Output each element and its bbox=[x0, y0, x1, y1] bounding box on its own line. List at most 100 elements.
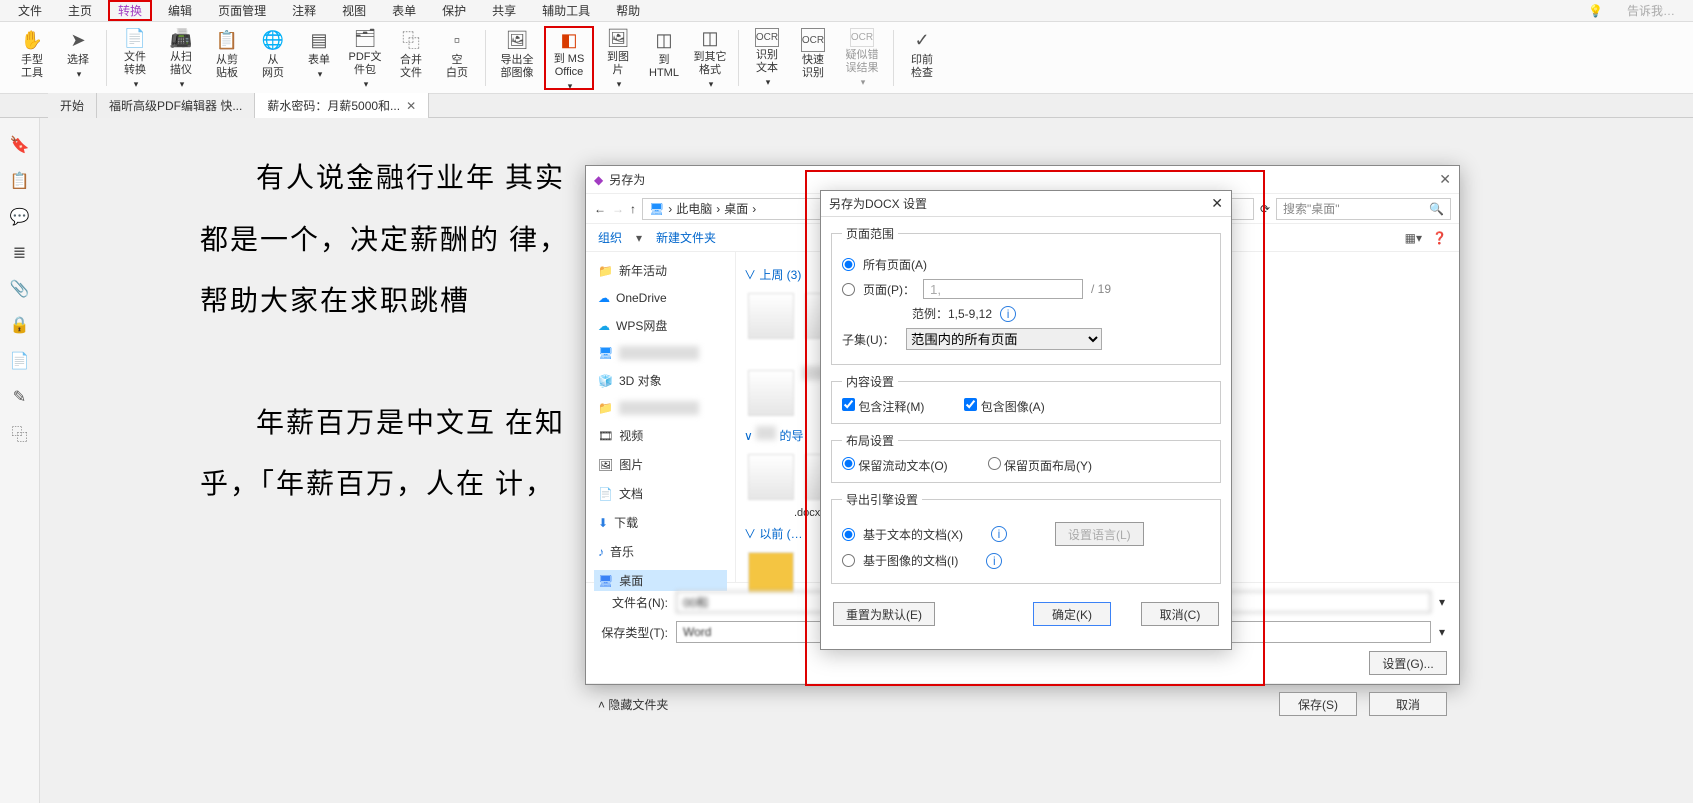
preflight-button[interactable]: ✓印前 检查 bbox=[900, 26, 944, 90]
file-thumbnail[interactable] bbox=[748, 370, 794, 416]
to-image-button[interactable]: 🖼到图 片▾ bbox=[596, 26, 640, 90]
include-images-checkbox[interactable]: 包含图像(A) bbox=[964, 398, 1044, 415]
comment-icon[interactable]: 💬 bbox=[11, 208, 29, 226]
app-icon: ◆ bbox=[594, 173, 603, 187]
clipboard-icon[interactable]: 📋 bbox=[11, 172, 29, 190]
nav-up-button[interactable]: ↑ bbox=[630, 202, 636, 216]
info-icon[interactable]: i bbox=[1000, 306, 1016, 322]
menu-annotate[interactable]: 注释 bbox=[282, 0, 326, 21]
tree-item[interactable]: 📁新年活动 bbox=[594, 260, 727, 281]
file-thumbnail[interactable] bbox=[748, 293, 794, 339]
search-input[interactable]: 搜索"桌面" 🔍 bbox=[1276, 198, 1451, 220]
layers-icon[interactable]: ≣ bbox=[11, 244, 29, 262]
file-convert-button[interactable]: 📄文件 转换▾ bbox=[113, 26, 157, 90]
from-clipboard-button[interactable]: 📋从剪 贴板 bbox=[205, 26, 249, 90]
filetype-label: 保存类型(T): bbox=[598, 624, 668, 641]
tree-item-documents[interactable]: 📄文档 bbox=[594, 483, 727, 504]
cancel-button[interactable]: 取消(C) bbox=[1141, 602, 1219, 626]
new-folder-button[interactable]: 新建文件夹 bbox=[656, 229, 716, 246]
tree-item-video[interactable]: 🎞视频 bbox=[594, 425, 727, 446]
menu-convert[interactable]: 转换 bbox=[108, 0, 152, 21]
download-icon: ⬇ bbox=[598, 516, 608, 530]
hand-tool-button[interactable]: ✋手型 工具 bbox=[10, 26, 54, 90]
menu-view[interactable]: 视图 bbox=[332, 0, 376, 21]
close-icon[interactable]: ✕ bbox=[1439, 171, 1451, 188]
tab-foxit-guide[interactable]: 福昕高级PDF编辑器 快... bbox=[97, 93, 255, 118]
export-all-images-button[interactable]: 🖼导出全 部图像 bbox=[492, 26, 542, 90]
pen-icon[interactable]: ✎ bbox=[11, 388, 29, 406]
quick-ocr-button[interactable]: OCR快速 识别 bbox=[791, 26, 835, 90]
cancel-button[interactable]: 取消 bbox=[1369, 692, 1447, 716]
nav-back-button[interactable]: ← bbox=[594, 202, 606, 216]
tab-start[interactable]: 开始 bbox=[48, 93, 97, 118]
to-other-button[interactable]: ◫到其它 格式▾ bbox=[688, 26, 732, 90]
include-comments-checkbox[interactable]: 包含注释(M) bbox=[842, 398, 924, 415]
tell-me-search[interactable]: 💡 告诉我… bbox=[1578, 0, 1685, 21]
ok-button[interactable]: 确定(K) bbox=[1033, 602, 1111, 626]
help-icon[interactable]: ❓ bbox=[1432, 231, 1447, 245]
menu-help[interactable]: 帮助 bbox=[606, 0, 650, 21]
menu-accessibility[interactable]: 辅助工具 bbox=[532, 0, 600, 21]
reset-button[interactable]: 重置为默认(E) bbox=[833, 602, 935, 626]
info-icon[interactable]: i bbox=[991, 526, 1007, 542]
docx-settings-dialog: 另存为DOCX 设置 ✕ 页面范围 所有页面(A) 页面(P)： / 19 范例… bbox=[820, 190, 1232, 650]
view-options-icon[interactable]: ▦▾ bbox=[1405, 231, 1422, 245]
tree-item-downloads[interactable]: ⬇下载 bbox=[594, 512, 727, 533]
menu-file[interactable]: 文件 bbox=[8, 0, 52, 21]
chevron-down-icon: ▾ bbox=[77, 69, 82, 80]
page-layout-radio[interactable]: 保留页面布局(Y) bbox=[988, 457, 1092, 474]
nav-forward-button[interactable]: → bbox=[612, 202, 624, 216]
chevron-down-icon: ▾ bbox=[364, 79, 369, 90]
tree-item-desktop[interactable]: 🖥桌面 bbox=[594, 570, 727, 591]
all-pages-radio[interactable] bbox=[842, 258, 855, 271]
tree-item-music[interactable]: ♪音乐 bbox=[594, 541, 727, 562]
subset-select[interactable]: 范围内的所有页面 bbox=[906, 328, 1102, 350]
menu-share[interactable]: 共享 bbox=[482, 0, 526, 21]
organize-button[interactable]: 组织 bbox=[598, 229, 622, 246]
close-icon[interactable]: ✕ bbox=[406, 99, 416, 113]
tree-item-3d[interactable]: 🧊3D 对象 bbox=[594, 370, 727, 391]
tree-item-onedrive[interactable]: ☁OneDrive bbox=[594, 289, 727, 307]
lock-icon[interactable]: 🔒 bbox=[11, 316, 29, 334]
text-based-radio[interactable] bbox=[842, 528, 855, 541]
file-thumbnail[interactable] bbox=[748, 454, 794, 500]
ocr-text-button[interactable]: OCR识别 文本▾ bbox=[745, 26, 789, 90]
video-icon: 🎞 bbox=[598, 429, 613, 443]
tree-item[interactable]: 🖥 bbox=[594, 344, 727, 362]
merge-files-button[interactable]: ⿻合并 文件 bbox=[389, 26, 433, 90]
menu-protect[interactable]: 保护 bbox=[432, 0, 476, 21]
tree-item[interactable]: 📁 bbox=[594, 399, 727, 417]
menu-page-manage[interactable]: 页面管理 bbox=[208, 0, 276, 21]
close-icon[interactable]: ✕ bbox=[1211, 195, 1223, 212]
menu-home[interactable]: 主页 bbox=[58, 0, 102, 21]
tab-salary-doc[interactable]: 薪水密码：月薪5000和...✕ bbox=[255, 93, 429, 118]
info-icon[interactable]: i bbox=[986, 553, 1002, 569]
attachment-icon[interactable]: 📎 bbox=[11, 280, 29, 298]
to-html-button[interactable]: ◫到 HTML bbox=[642, 26, 686, 90]
hide-folders-toggle[interactable]: ˄ 隐藏文件夹 bbox=[598, 696, 668, 713]
from-scanner-button[interactable]: 📠从扫 描仪▾ bbox=[159, 26, 203, 90]
flow-text-radio[interactable]: 保留流动文本(O) bbox=[842, 457, 948, 474]
menu-form[interactable]: 表单 bbox=[382, 0, 426, 21]
from-webpage-button[interactable]: 🌐从 网页 bbox=[251, 26, 295, 90]
settings-button[interactable]: 设置(G)... bbox=[1369, 651, 1447, 675]
to-ms-office-button[interactable]: ◧到 MS Office▾ bbox=[544, 26, 594, 90]
refresh-icon[interactable]: ⟳ bbox=[1260, 202, 1270, 216]
form-button[interactable]: ▤表单▾ bbox=[297, 26, 341, 90]
tree-item-wps[interactable]: ☁WPS网盘 bbox=[594, 315, 727, 336]
save-button[interactable]: 保存(S) bbox=[1279, 692, 1357, 716]
signature-icon[interactable]: 📄 bbox=[11, 352, 29, 370]
page-radio[interactable] bbox=[842, 283, 855, 296]
select-button[interactable]: ➤选择▾ bbox=[56, 26, 100, 90]
blank-page-button[interactable]: ▫空 白页 bbox=[435, 26, 479, 90]
page-input[interactable] bbox=[923, 279, 1083, 299]
tree-item-pictures[interactable]: 🖼图片 bbox=[594, 454, 727, 475]
pdf-package-button[interactable]: 🗂PDF文 件包▾ bbox=[343, 26, 387, 90]
bookmark-icon[interactable]: 🔖 bbox=[11, 136, 29, 154]
menu-edit[interactable]: 编辑 bbox=[158, 0, 202, 21]
ocr-suspect-button[interactable]: OCR疑似错 误结果▾ bbox=[837, 26, 887, 90]
stamp-icon[interactable]: ⿻ bbox=[11, 424, 29, 442]
separator bbox=[738, 30, 739, 86]
image-based-radio[interactable] bbox=[842, 554, 855, 567]
bulb-icon: 💡 bbox=[1578, 2, 1613, 20]
